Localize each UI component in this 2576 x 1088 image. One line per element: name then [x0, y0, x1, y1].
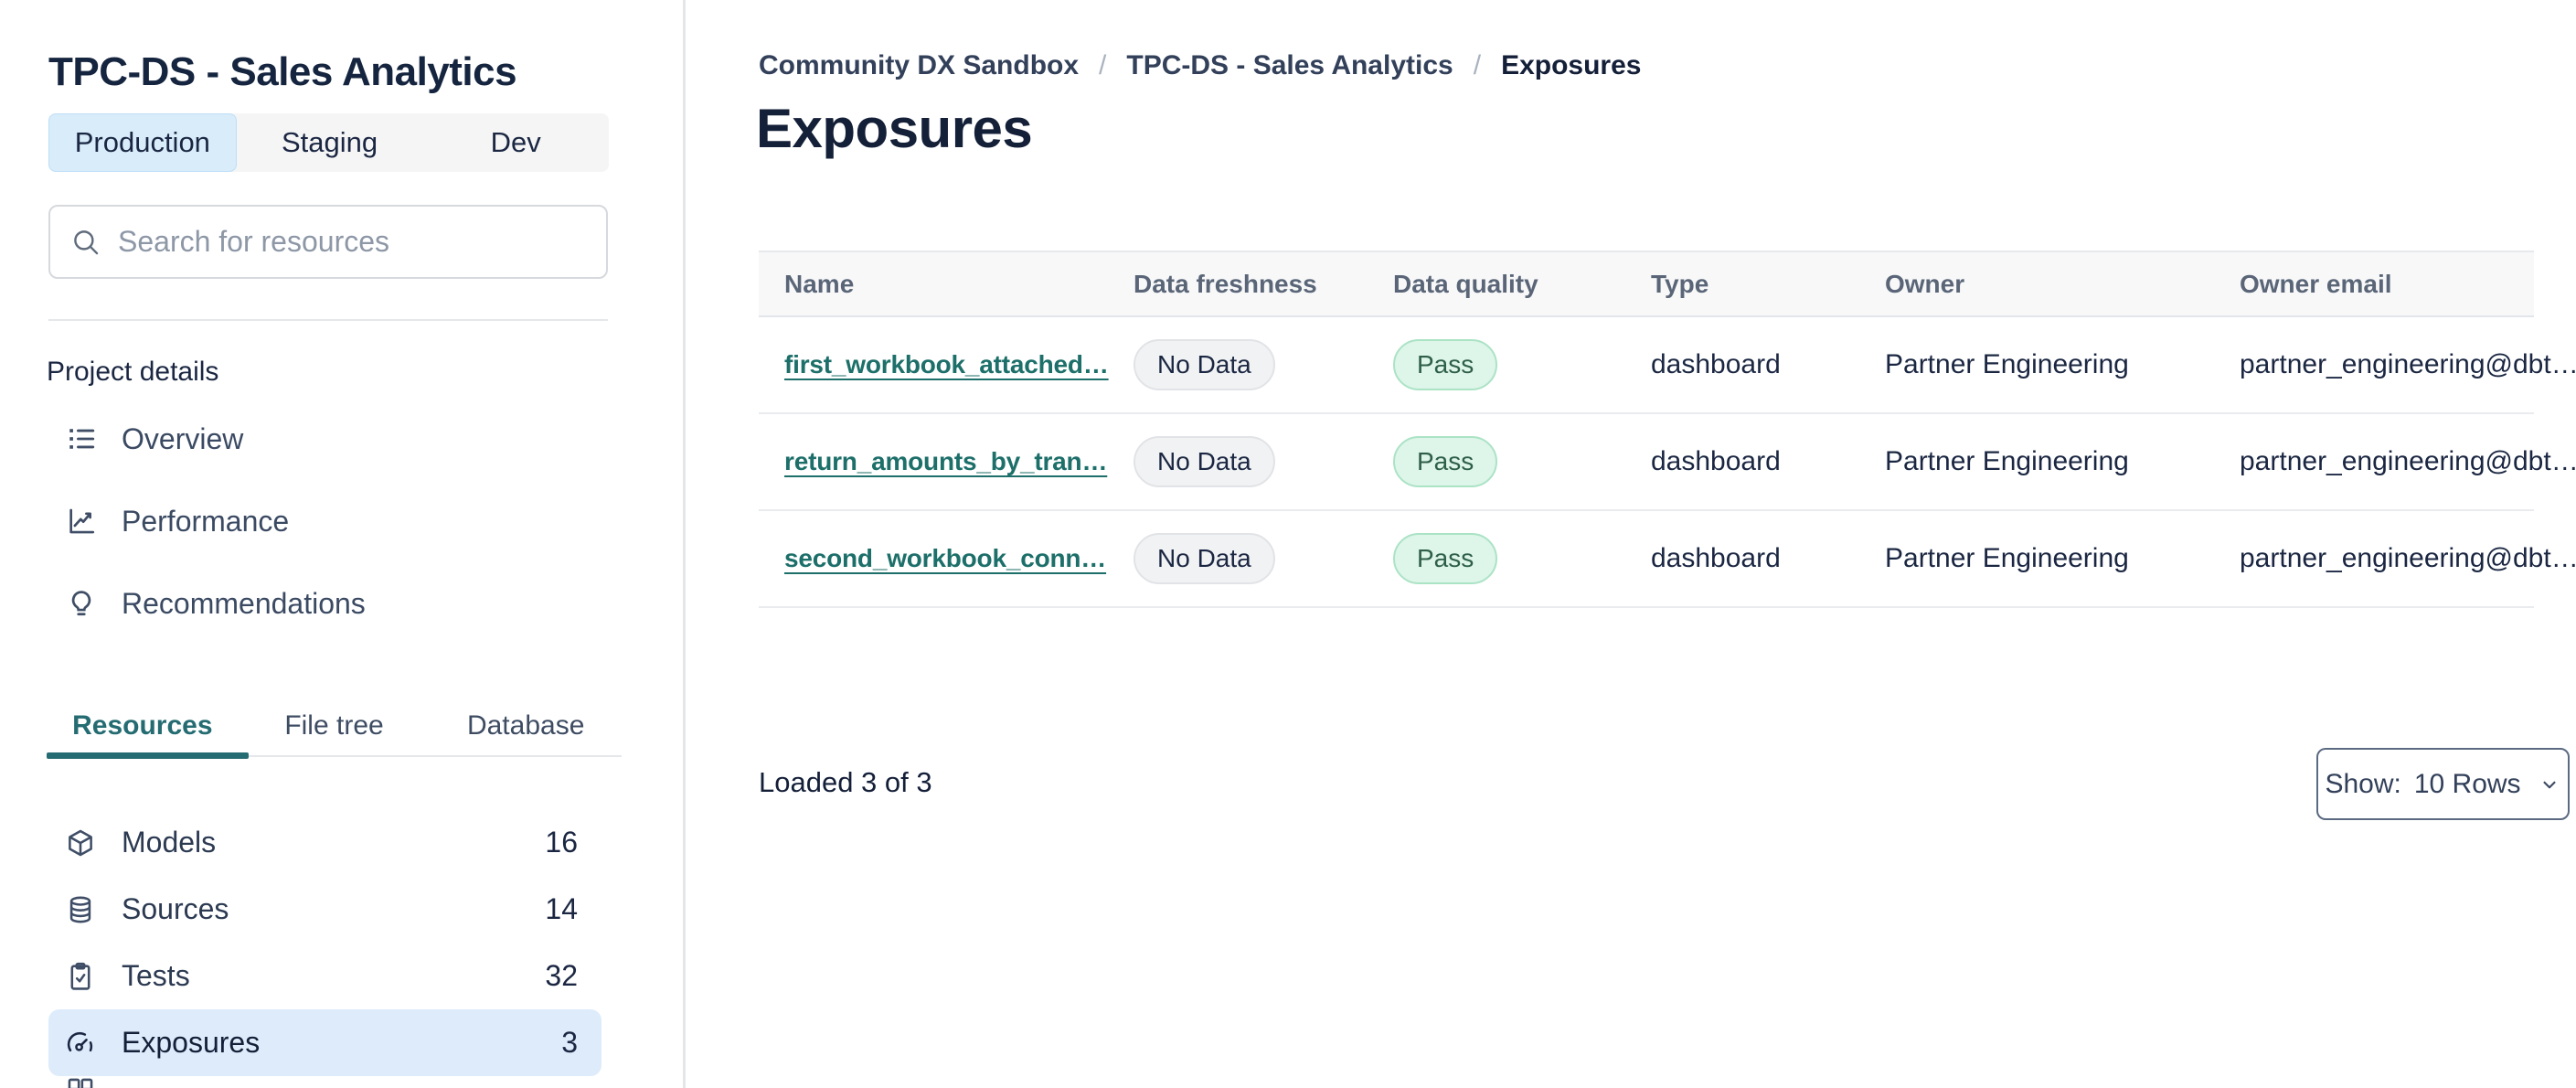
sidebar-divider — [48, 319, 608, 321]
col-header-freshness: Data freshness — [1134, 269, 1317, 298]
quality-badge: Pass — [1393, 339, 1498, 390]
tabbar-underline — [47, 752, 622, 759]
nav-item-performance[interactable]: Performance — [48, 480, 597, 562]
quality-badge: Pass — [1393, 436, 1498, 487]
loaded-status: Loaded 3 of 3 — [759, 766, 932, 798]
nav-label: Overview — [122, 421, 244, 455]
table-row: first_workbook_attached… No Data Pass da… — [759, 317, 2576, 414]
sidebar-tabbar: Resources File tree Database — [47, 695, 622, 757]
tab-database[interactable]: Database — [430, 695, 622, 757]
page-title: Exposures — [756, 98, 1033, 159]
resource-count: 16 — [545, 826, 578, 859]
quality-badge: Pass — [1393, 533, 1498, 584]
exposures-table: Name Data freshness Data quality Type Ow… — [759, 251, 2576, 608]
resource-label: Tests — [122, 959, 190, 992]
resource-label: Sources — [122, 892, 229, 925]
type-cell: dashboard — [1651, 543, 1781, 573]
list-icon — [65, 422, 98, 455]
tab-resources[interactable]: Resources — [47, 695, 239, 757]
freshness-badge: No Data — [1134, 533, 1275, 584]
sidebar-item-tests[interactable]: Tests 32 — [48, 943, 601, 1009]
clipboard-check-icon — [65, 961, 96, 992]
resource-count: 32 — [545, 959, 578, 992]
active-tab-indicator — [47, 752, 249, 759]
sidebar-item-sources[interactable]: Sources 14 — [48, 876, 601, 943]
sidebar-main-divider — [683, 0, 686, 1088]
explorer-screen: TPC-DS - Sales Analytics Production Stag… — [0, 0, 2576, 1088]
owner-cell: Partner Engineering — [1885, 543, 2129, 573]
lightbulb-icon — [65, 587, 98, 620]
exposure-name-link[interactable]: second_workbook_conn… — [784, 544, 1106, 572]
freshness-badge: No Data — [1134, 339, 1275, 390]
table-header-row: Name Data freshness Data quality Type Ow… — [759, 251, 2534, 317]
col-header-owner: Owner — [1885, 269, 1965, 298]
env-tab-production[interactable]: Production — [48, 113, 237, 172]
type-cell: dashboard — [1651, 446, 1781, 476]
resource-label: Exposures — [122, 1026, 261, 1059]
table-row: second_workbook_conn… No Data Pass dashb… — [759, 511, 2576, 608]
breadcrumb-separator: / — [1099, 50, 1107, 80]
env-tab-dev[interactable]: Dev — [422, 113, 609, 172]
resource-count: 3 — [561, 1026, 578, 1059]
tab-file-tree[interactable]: File tree — [239, 695, 431, 757]
show-label: Show: — [2325, 768, 2401, 799]
col-header-owner-email: Owner email — [2240, 269, 2392, 298]
nav-item-recommendations[interactable]: Recommendations — [48, 562, 597, 645]
owner-cell: Partner Engineering — [1885, 446, 2129, 476]
nav-label: Performance — [122, 504, 290, 538]
breadcrumb-project[interactable]: TPC-DS - Sales Analytics — [1126, 50, 1453, 81]
exposure-name-link[interactable]: first_workbook_attached… — [784, 350, 1109, 379]
owner-email-cell: partner_engineering@dbt… — [2240, 446, 2576, 476]
gauge-icon — [65, 1028, 96, 1059]
owner-email-cell: partner_engineering@dbt… — [2240, 543, 2576, 573]
search-icon — [74, 229, 99, 254]
col-header-name: Name — [784, 269, 855, 298]
sidebar-item-exposures[interactable]: Exposures 3 — [48, 1009, 601, 1076]
resource-search[interactable] — [48, 205, 608, 279]
table-row: return_amounts_by_tran… No Data Pass das… — [759, 414, 2576, 511]
resource-list: Models 16 Sources 14 Tests 32 Exposures … — [48, 809, 601, 1076]
col-header-quality: Data quality — [1393, 269, 1538, 298]
rows-per-page-dropdown[interactable]: Show: 10 Rows — [2316, 748, 2570, 820]
project-nav: Overview Performance Recommendations — [48, 398, 597, 645]
breadcrumb-separator: / — [1473, 50, 1482, 80]
show-value: 10 Rows — [2413, 768, 2521, 799]
breadcrumb: Community DX Sandbox / TPC-DS - Sales An… — [759, 48, 1641, 84]
environment-switcher: Production Staging Dev — [48, 113, 609, 172]
sidebar-item-models[interactable]: Models 16 — [48, 809, 601, 876]
chart-line-icon — [65, 505, 98, 538]
nav-item-overview[interactable]: Overview — [48, 398, 597, 480]
database-icon — [65, 894, 96, 925]
owner-email-cell: partner_engineering@dbt… — [2240, 349, 2576, 379]
project-title: TPC-DS - Sales Analytics — [48, 49, 517, 94]
resource-count: 14 — [545, 892, 578, 925]
type-cell: dashboard — [1651, 349, 1781, 379]
env-tab-staging[interactable]: Staging — [237, 113, 423, 172]
project-details-label: Project details — [47, 357, 219, 387]
col-header-type: Type — [1651, 269, 1709, 298]
chevron-down-icon — [2543, 781, 2556, 788]
cube-icon — [65, 827, 96, 859]
nav-label: Recommendations — [122, 586, 366, 620]
exposure-name-link[interactable]: return_amounts_by_tran… — [784, 447, 1107, 475]
owner-cell: Partner Engineering — [1885, 349, 2129, 379]
breadcrumb-account[interactable]: Community DX Sandbox — [759, 50, 1079, 81]
breadcrumb-current: Exposures — [1501, 50, 1642, 80]
sidebar-item-partial[interactable] — [65, 1075, 96, 1088]
resource-label: Models — [122, 826, 217, 859]
freshness-badge: No Data — [1134, 436, 1275, 487]
search-input[interactable] — [118, 225, 586, 259]
